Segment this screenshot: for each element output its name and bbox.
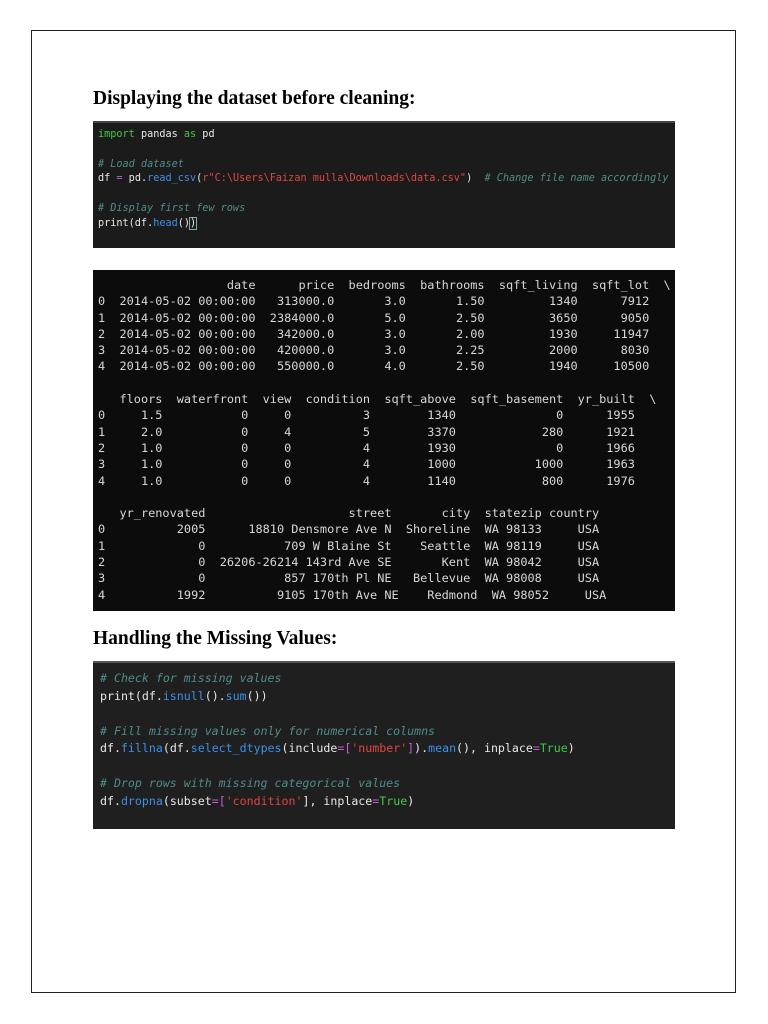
code-line: # Fill missing values only for numerical…: [100, 723, 675, 741]
code-token: =: [532, 741, 540, 755]
code-token: (include: [281, 741, 338, 755]
code-line: df.dropna(subset=['condition'], inplace=…: [100, 793, 675, 811]
output-line: 4 1.0 0 0 4 1140 800 1976: [98, 473, 635, 488]
code-token: ): [407, 793, 415, 808]
code-token: df.: [100, 793, 121, 808]
code-token: fillna: [120, 741, 163, 755]
output-line: 4 2014-05-02 00:00:00 550000.0 4.0 2.50 …: [98, 359, 650, 374]
output-line: 1 0 709 W Blaine St Seattle WA 98119 USA: [98, 538, 600, 553]
code-block-missing-values: # Check for missing values print(df.isnul…: [93, 661, 675, 829]
heading-before-cleaning: Displaying the dataset before cleaning:: [93, 88, 416, 109]
code-token: mean: [428, 741, 457, 755]
code-line: import pandas as pd: [98, 128, 675, 143]
output-line: yr_renovated street city statezip countr…: [98, 506, 600, 521]
code-line: df = pd.read_csv(r"C:\Users\Faizan mulla…: [98, 172, 675, 187]
code-line: # Display first few rows: [98, 202, 675, 217]
code-token: select_dtypes: [190, 741, 282, 755]
code-token: (): [177, 217, 191, 229]
output-line: 1 2.0 0 4 5 3370 280 1921: [98, 424, 635, 439]
code-token: (), inplace: [456, 741, 533, 755]
code-token: True: [379, 793, 408, 808]
code-token: as: [183, 129, 197, 140]
code-token: =[: [337, 741, 352, 755]
output-line: 0 1.5 0 0 3 1340 0 1955: [98, 408, 635, 423]
code-token: =[: [211, 793, 226, 808]
code-token: # Load dataset: [98, 158, 184, 170]
code-token: dropna: [120, 793, 163, 808]
output-line: 2 0 26206-26214 143rd Ave SE Kent WA 980…: [98, 555, 600, 570]
code-line: print(df.head()): [98, 216, 675, 232]
code-token: pd: [196, 129, 215, 140]
code-token: # Fill missing values only for numerical…: [100, 723, 436, 738]
code-line: # Drop rows with missing categorical val…: [100, 775, 675, 793]
output-line: 3 0 857 170th Pl NE Bellevue WA 98008 US…: [98, 571, 600, 586]
code-block-load-dataset: import pandas as pd # Load dataset df = p…: [93, 121, 675, 248]
code-token: import: [98, 129, 135, 140]
output-line: 0 2005 18810 Densmore Ave N Shoreline WA…: [98, 522, 600, 537]
output-line: 2 2014-05-02 00:00:00 342000.0 3.0 2.00 …: [98, 326, 650, 341]
code-token: sum: [225, 688, 247, 703]
code-line: # Load dataset: [98, 158, 675, 173]
code-token: ().: [204, 688, 226, 703]
code-token: (df.: [162, 741, 191, 755]
output-line: date price bedrooms bathrooms sqft_livin…: [98, 278, 671, 292]
output-line: 3 1.0 0 0 4 1000 1000 1963: [98, 457, 635, 472]
code-line: df.fillna(df.select_dtypes(include=['num…: [100, 740, 675, 758]
code-line: print(df.isnull().sum()): [100, 688, 675, 706]
code-token: read_csv: [147, 173, 197, 185]
output-line: 1 2014-05-02 00:00:00 2384000.0 5.0 2.50…: [98, 310, 650, 325]
output-line: 4 1992 9105 170th Ave NE Redmond WA 9805…: [98, 587, 607, 602]
output-line: floors waterfront view condition sqft_ab…: [98, 392, 657, 407]
code-token: r"C:\Users\Faizan mulla\Downloads\data.c…: [202, 173, 467, 185]
code-token: # Change file name accordingly: [484, 173, 669, 185]
code-token: # Drop rows with missing categorical val…: [100, 776, 401, 790]
code-token: isnull: [162, 688, 205, 703]
code-token: ()): [246, 688, 268, 703]
heading-missing-values: Handling the Missing Values:: [93, 628, 338, 649]
code-token: ], inplace: [302, 793, 373, 808]
code-token: print(df.: [100, 688, 163, 703]
code-token: pandas: [134, 129, 184, 140]
code-token: print(df.: [98, 217, 154, 229]
code-token: ): [567, 741, 575, 755]
code-line: # Check for missing values: [100, 670, 675, 688]
output-line: 3 2014-05-02 00:00:00 420000.0 3.0 2.25 …: [98, 343, 650, 358]
code-token: df.: [100, 741, 121, 755]
code-token: df: [98, 173, 117, 185]
code-token: 'number': [351, 741, 408, 755]
code-token: pd.: [122, 173, 148, 185]
output-line: 0 2014-05-02 00:00:00 313000.0 3.0 1.50 …: [98, 294, 650, 309]
output-line: 2 1.0 0 0 4 1930 0 1966: [98, 440, 635, 455]
dataframe-head-output: date price bedrooms bathrooms sqft_livin…: [93, 270, 675, 611]
code-token: ).: [414, 741, 429, 755]
code-token: # Display first few rows: [98, 202, 246, 214]
code-token: (subset: [162, 793, 212, 808]
code-token: head: [153, 217, 178, 229]
code-token: # Check for missing values: [100, 671, 282, 685]
code-token: ): [466, 173, 485, 185]
code-token: True: [539, 741, 568, 755]
code-token: 'condition': [225, 793, 303, 808]
code-token: ): [189, 216, 198, 230]
